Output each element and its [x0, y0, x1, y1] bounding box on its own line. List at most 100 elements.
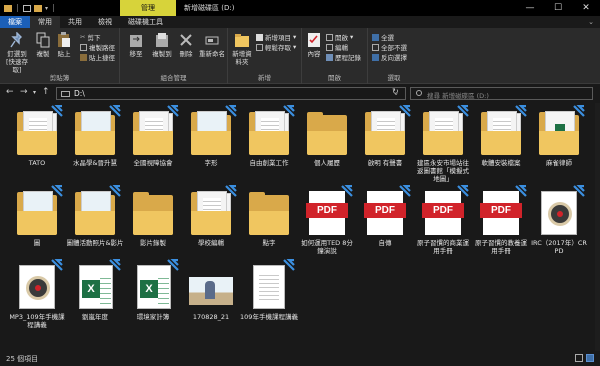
refresh-button[interactable]: ↻: [392, 87, 399, 96]
file-item[interactable]: PDF 自傳: [356, 185, 414, 247]
file-item[interactable]: 點字: [240, 189, 298, 247]
sync-pin-icon: [341, 185, 353, 197]
group-select: 全選 全部不選 反向選擇 選取: [368, 28, 420, 84]
edit-button[interactable]: 編輯: [326, 42, 348, 52]
file-item[interactable]: 170828_21: [182, 263, 240, 321]
move-to-icon: [130, 35, 142, 47]
copy-to-button[interactable]: 複製到: [150, 32, 174, 58]
tab-home[interactable]: 常用: [30, 16, 60, 28]
new-folder-button[interactable]: 新增資料夾: [230, 32, 254, 66]
file-item[interactable]: IRC（2017年）CRPD: [530, 185, 588, 255]
file-name: 109年手機課程講義: [240, 313, 298, 321]
new-item-button[interactable]: 新增項目 ▾: [256, 32, 296, 42]
tab-view[interactable]: 檢視: [90, 16, 120, 28]
file-item[interactable]: X 環境家計簿: [124, 259, 182, 321]
paste-button[interactable]: 貼上: [54, 32, 74, 58]
file-item[interactable]: 影片錄製: [124, 189, 182, 247]
copy-to-icon: [156, 33, 168, 47]
image-file-icon: [189, 263, 233, 311]
up-button[interactable]: ↑: [42, 87, 50, 97]
pin-quick-access-button[interactable]: 釘選到 [快速存取]: [2, 32, 32, 74]
file-item[interactable]: 水晶學&晉升慧: [66, 105, 124, 167]
divider: [53, 4, 55, 12]
file-item[interactable]: 麻雀律師: [530, 105, 588, 167]
invert-selection-button[interactable]: 反向選擇: [372, 52, 407, 62]
minimize-button[interactable]: —: [516, 0, 544, 16]
address-bar[interactable]: D:\ ⌄: [56, 87, 406, 100]
folder-icon: [479, 105, 527, 157]
invert-selection-label: 反向選擇: [381, 54, 407, 62]
file-item[interactable]: 啟明 有聲書: [356, 105, 414, 167]
pdf-file-icon: PDF: [305, 185, 353, 237]
chevron-down-icon: ▾: [293, 33, 297, 41]
copy-path-button[interactable]: 複製路徑: [80, 42, 115, 52]
properties-icon: [308, 33, 320, 47]
large-icons-view-button[interactable]: [586, 354, 594, 362]
chevron-down-icon[interactable]: ▾: [45, 5, 48, 12]
rename-button[interactable]: 重新命名: [198, 32, 226, 58]
easy-access-button[interactable]: 輕鬆存取 ▾: [256, 42, 296, 52]
file-name: 麻雀律師: [546, 159, 572, 167]
scrollbar[interactable]: [595, 103, 600, 351]
select-all-button[interactable]: 全選: [372, 32, 394, 42]
file-item[interactable]: PDF 如何運用TED 8分鐘演說: [298, 185, 356, 255]
file-item[interactable]: 全國視障協會: [124, 105, 182, 167]
open-button[interactable]: 開啟 ▾: [326, 32, 353, 42]
sync-pin-icon: [399, 185, 411, 197]
pdf-file-icon: PDF: [479, 185, 527, 237]
folder-icon: [73, 105, 121, 157]
sync-pin-icon: [51, 259, 63, 271]
sync-pin-icon: [283, 259, 295, 271]
delete-button[interactable]: 刪除: [176, 32, 196, 58]
paste-shortcut-label: 貼上捷徑: [89, 54, 115, 62]
tab-share[interactable]: 共用: [60, 16, 90, 28]
back-button[interactable]: ←: [6, 87, 14, 97]
file-name: MP3_109年手機課程講義: [9, 313, 65, 329]
properties-button[interactable]: 內容: [304, 32, 324, 58]
move-to-button[interactable]: 移至: [124, 32, 148, 58]
file-item[interactable]: 個人履歷: [298, 109, 356, 167]
new-folder-icon[interactable]: [34, 4, 42, 12]
folder-icon: [15, 105, 63, 157]
cut-button[interactable]: ✂ 剪下: [80, 32, 100, 42]
file-item[interactable]: 圖體活動照片&影片: [66, 185, 124, 247]
history-button[interactable]: 歷程記錄: [326, 52, 361, 62]
sync-pin-icon: [109, 105, 121, 117]
file-item[interactable]: PDF 原子習慣的商業運用手冊: [414, 185, 472, 255]
file-name: 170828_21: [192, 313, 230, 321]
file-item[interactable]: X 劉嵐年度: [66, 259, 124, 321]
folder-icon: [363, 105, 411, 157]
file-item[interactable]: 學校編輯: [182, 185, 240, 247]
context-tab-manage[interactable]: 管理: [120, 0, 176, 16]
file-item[interactable]: 建區永安市場站往返圖書館「模擬式地圖」: [414, 105, 472, 183]
edit-icon: [326, 43, 333, 51]
tab-drive-tools[interactable]: 磁碟機工具: [120, 16, 171, 28]
recent-locations-button[interactable]: ▾: [33, 89, 36, 96]
file-item[interactable]: 圖: [8, 185, 66, 247]
select-none-icon: [372, 43, 379, 51]
forward-button[interactable]: →: [20, 87, 28, 97]
file-item[interactable]: PDF 原子習慣的教養運用手冊: [472, 185, 530, 255]
tab-file[interactable]: 檔案: [0, 16, 30, 28]
address-row: ← → ▾ ↑ D:\ ⌄ ↻ 搜尋 新增磁碟區 (D:): [0, 84, 600, 102]
chevron-down-icon[interactable]: ⌄: [588, 16, 600, 28]
file-item[interactable]: 自由創業工作: [240, 105, 298, 167]
details-view-button[interactable]: [575, 354, 583, 362]
file-item[interactable]: 109年手機課程講義: [240, 259, 298, 321]
file-item[interactable]: 軟體安裝檔案: [472, 105, 530, 167]
folder-icon: [189, 185, 237, 237]
properties-icon[interactable]: [23, 4, 31, 12]
file-name: 學校編輯: [198, 239, 224, 247]
file-item[interactable]: MP3_109年手機課程講義: [8, 259, 66, 329]
file-name: 全國視障協會: [133, 159, 173, 167]
divider: [17, 4, 18, 12]
file-name: 水晶學&晉升慧: [72, 159, 118, 167]
file-item[interactable]: TATO: [8, 105, 66, 167]
copy-button[interactable]: 複製: [34, 32, 52, 58]
select-none-button[interactable]: 全部不選: [372, 42, 407, 52]
maximize-button[interactable]: ☐: [544, 0, 572, 16]
search-input[interactable]: 搜尋 新增磁碟區 (D:): [410, 87, 593, 100]
close-button[interactable]: ✕: [572, 0, 600, 16]
file-item[interactable]: 字形: [182, 105, 240, 167]
paste-shortcut-button[interactable]: 貼上捷徑: [80, 52, 115, 62]
